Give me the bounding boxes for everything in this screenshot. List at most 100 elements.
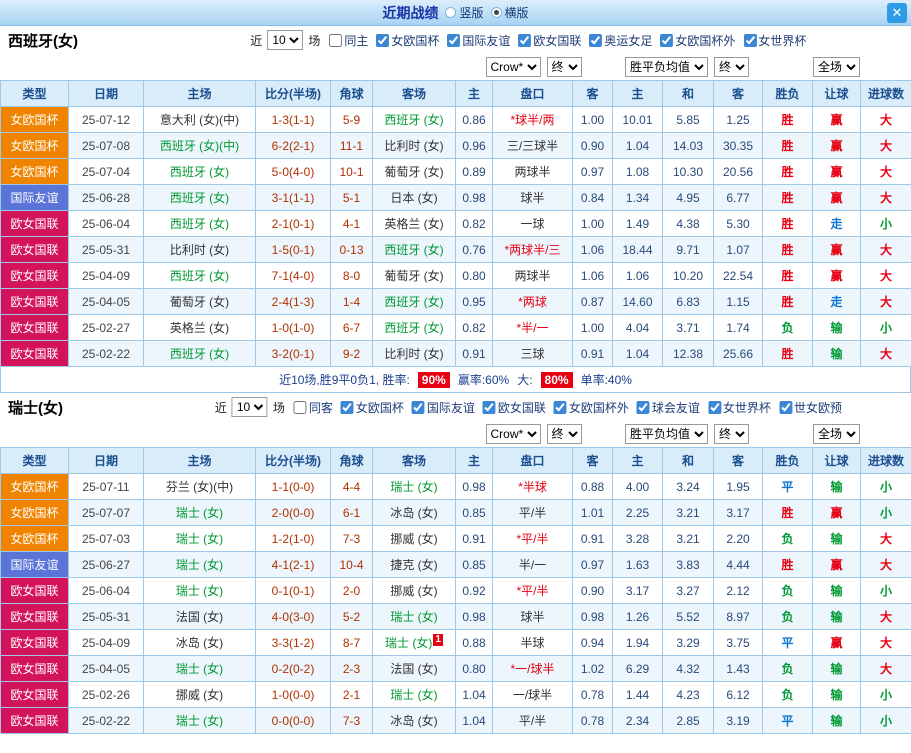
- checkbox-input[interactable]: [553, 400, 567, 414]
- filter-checkbox[interactable]: 欧女国联: [518, 32, 581, 49]
- result-cell: 胜: [762, 262, 813, 289]
- europe-time-select[interactable]: 终: [714, 424, 749, 444]
- europe-time-select[interactable]: 终: [714, 57, 749, 77]
- handicap-result-cell: 赢: [812, 106, 861, 133]
- score-cell: 1-5(0-1): [255, 236, 331, 263]
- score-cell: 4-1(2-1): [255, 551, 331, 578]
- filter-checkbox[interactable]: 球会友谊: [636, 399, 700, 416]
- match-row: 女欧国杯 25-07-03 瑞士 (女) 1-2(1-0) 7-3 挪威 (女) 0.91 *…: [0, 525, 911, 552]
- result-cell: 平: [762, 707, 813, 734]
- checkbox-label: 女欧国杯: [391, 33, 440, 48]
- euro-away-odds-cell: 6.12: [713, 681, 763, 708]
- handicap-result-cell: 走: [812, 210, 861, 237]
- checkbox-input[interactable]: [743, 33, 757, 47]
- filter-checkbox[interactable]: 奥运女足: [589, 32, 652, 49]
- asia-time-select[interactable]: 终: [546, 57, 582, 77]
- titlebar: 近期战绩 竖版 横版 ✕: [0, 0, 911, 26]
- handicap-cell: 一球: [492, 210, 573, 237]
- radio-label-vertical: 竖版: [459, 6, 484, 20]
- asia-home-odds-cell: 0.95: [455, 288, 493, 315]
- checkbox-input[interactable]: [340, 400, 354, 414]
- result-cell: 平: [762, 629, 813, 656]
- europe-average-select[interactable]: 胜平负均值: [625, 424, 708, 444]
- filter-checkbox[interactable]: 国际友谊: [447, 32, 510, 49]
- asia-away-odds-cell: 0.94: [572, 629, 613, 656]
- goals-cell: 大: [860, 655, 911, 682]
- checkbox-input[interactable]: [411, 400, 425, 414]
- goals-cell: 小: [860, 681, 911, 708]
- filter-checkbox[interactable]: 女欧国杯外: [553, 399, 629, 416]
- euro-away-odds-cell: 5.30: [713, 210, 763, 237]
- table-header-row: 类型 日期 主场 比分(半场) 角球 客场主盘口客主和客胜负 让球 进球数: [0, 80, 911, 107]
- asia-away-odds-cell: 1.06: [572, 236, 613, 263]
- corner-cell: 1-4: [330, 288, 373, 315]
- filter-checkbox[interactable]: 女世界杯: [743, 32, 806, 49]
- filter-checkbox[interactable]: 女欧国杯: [376, 32, 439, 49]
- checkbox-input[interactable]: [660, 33, 674, 47]
- filter-checkbox[interactable]: 欧女国联: [482, 399, 546, 416]
- euro-home-odds-cell: 1.63: [612, 551, 663, 578]
- result-cell: 负: [762, 603, 813, 630]
- radio-unselected-icon: [445, 7, 457, 18]
- match-row: 女欧国杯 25-07-08 西班牙 (女)(中) 6-2(2-1) 11-1 比利时 (女…: [0, 132, 911, 159]
- filter-checkbox[interactable]: 世女欧预: [778, 399, 842, 416]
- checkbox-label: 女欧国杯外: [568, 400, 629, 415]
- checkbox-input[interactable]: [707, 400, 721, 414]
- result-cell: 胜: [762, 132, 813, 159]
- euro-away-odds-cell: 3.75: [713, 629, 763, 656]
- asia-time-select[interactable]: 终: [546, 424, 582, 444]
- score-cell: 1-0(1-0): [255, 314, 331, 341]
- column-header: 角球: [330, 80, 373, 107]
- home-team-cell: 意大利 (女)(中): [143, 106, 256, 133]
- checkbox-input[interactable]: [636, 400, 650, 414]
- handicap-result-cell: 赢: [812, 629, 861, 656]
- result-cell: 胜: [762, 210, 813, 237]
- scope-select[interactable]: 全场: [813, 57, 860, 77]
- scope-select[interactable]: 全场: [813, 424, 860, 444]
- checkbox-input[interactable]: [329, 33, 343, 47]
- layout-radio-vertical[interactable]: 竖版: [445, 4, 484, 21]
- corner-cell: 4-1: [330, 210, 373, 237]
- league-type-cell: 欧女国联: [0, 655, 69, 682]
- checkbox-input[interactable]: [778, 400, 792, 414]
- filter-checkbox[interactable]: 女欧国杯外: [660, 32, 735, 49]
- handicap-result-cell: 赢: [812, 158, 861, 185]
- bookmaker-select[interactable]: Crow*: [485, 424, 541, 444]
- checkbox-input[interactable]: [293, 400, 307, 414]
- match-row: 欧女国联 25-04-09 西班牙 (女) 7-1(4-0) 8-0 葡萄牙 (女) 0.8…: [0, 262, 911, 289]
- league-type-cell: 欧女国联: [0, 629, 69, 656]
- euro-draw-odds-cell: 4.95: [662, 184, 714, 211]
- match-row: 女欧国杯 25-07-12 意大利 (女)(中) 1-3(1-1) 5-9 西班牙 (女)…: [0, 106, 911, 133]
- home-team-cell: 西班牙 (女): [143, 262, 256, 289]
- checkbox-input[interactable]: [447, 33, 461, 47]
- checkbox-input[interactable]: [518, 33, 532, 47]
- column-header: 盘口: [492, 447, 573, 474]
- column-header: 主: [455, 80, 493, 107]
- score-cell: 6-2(2-1): [255, 132, 331, 159]
- europe-average-select[interactable]: 胜平负均值: [625, 57, 708, 77]
- filter-checkbox[interactable]: 同主: [329, 32, 368, 49]
- goals-cell: 大: [860, 629, 911, 656]
- checkbox-input[interactable]: [589, 33, 603, 47]
- league-type-cell: 欧女国联: [0, 577, 69, 604]
- layout-radio-horizontal[interactable]: 横版: [490, 4, 529, 21]
- checkbox-input[interactable]: [376, 33, 390, 47]
- handicap-result-cell: 赢: [812, 551, 861, 578]
- filter-checkbox[interactable]: 同客: [293, 399, 333, 416]
- filter-checkbox[interactable]: 国际友谊: [411, 399, 475, 416]
- column-header: 角球: [330, 447, 373, 474]
- close-icon[interactable]: ✕: [887, 3, 907, 23]
- filter-checkbox[interactable]: 女欧国杯: [340, 399, 404, 416]
- date-cell: 25-05-31: [68, 603, 144, 630]
- filter-bar: 近 10 场 同主 女欧国杯 国际友谊 欧女国联 奥运女足 女欧国杯外 女世界杯: [250, 30, 806, 50]
- euro-draw-odds-cell: 5.52: [662, 603, 714, 630]
- filter-checkbox[interactable]: 女世界杯: [707, 399, 771, 416]
- league-type-cell: 欧女国联: [0, 603, 69, 630]
- match-row: 欧女国联 25-05-31 法国 (女) 4-0(3-0) 5-2 瑞士 (女) 0.98 球…: [0, 603, 911, 630]
- recent-count-select[interactable]: 10: [267, 30, 304, 50]
- league-type-cell: 女欧国杯: [0, 132, 69, 159]
- checkbox-input[interactable]: [482, 400, 496, 414]
- corner-cell: 11-1: [330, 132, 373, 159]
- bookmaker-select[interactable]: Crow*: [485, 57, 541, 77]
- recent-count-select[interactable]: 10: [231, 397, 268, 417]
